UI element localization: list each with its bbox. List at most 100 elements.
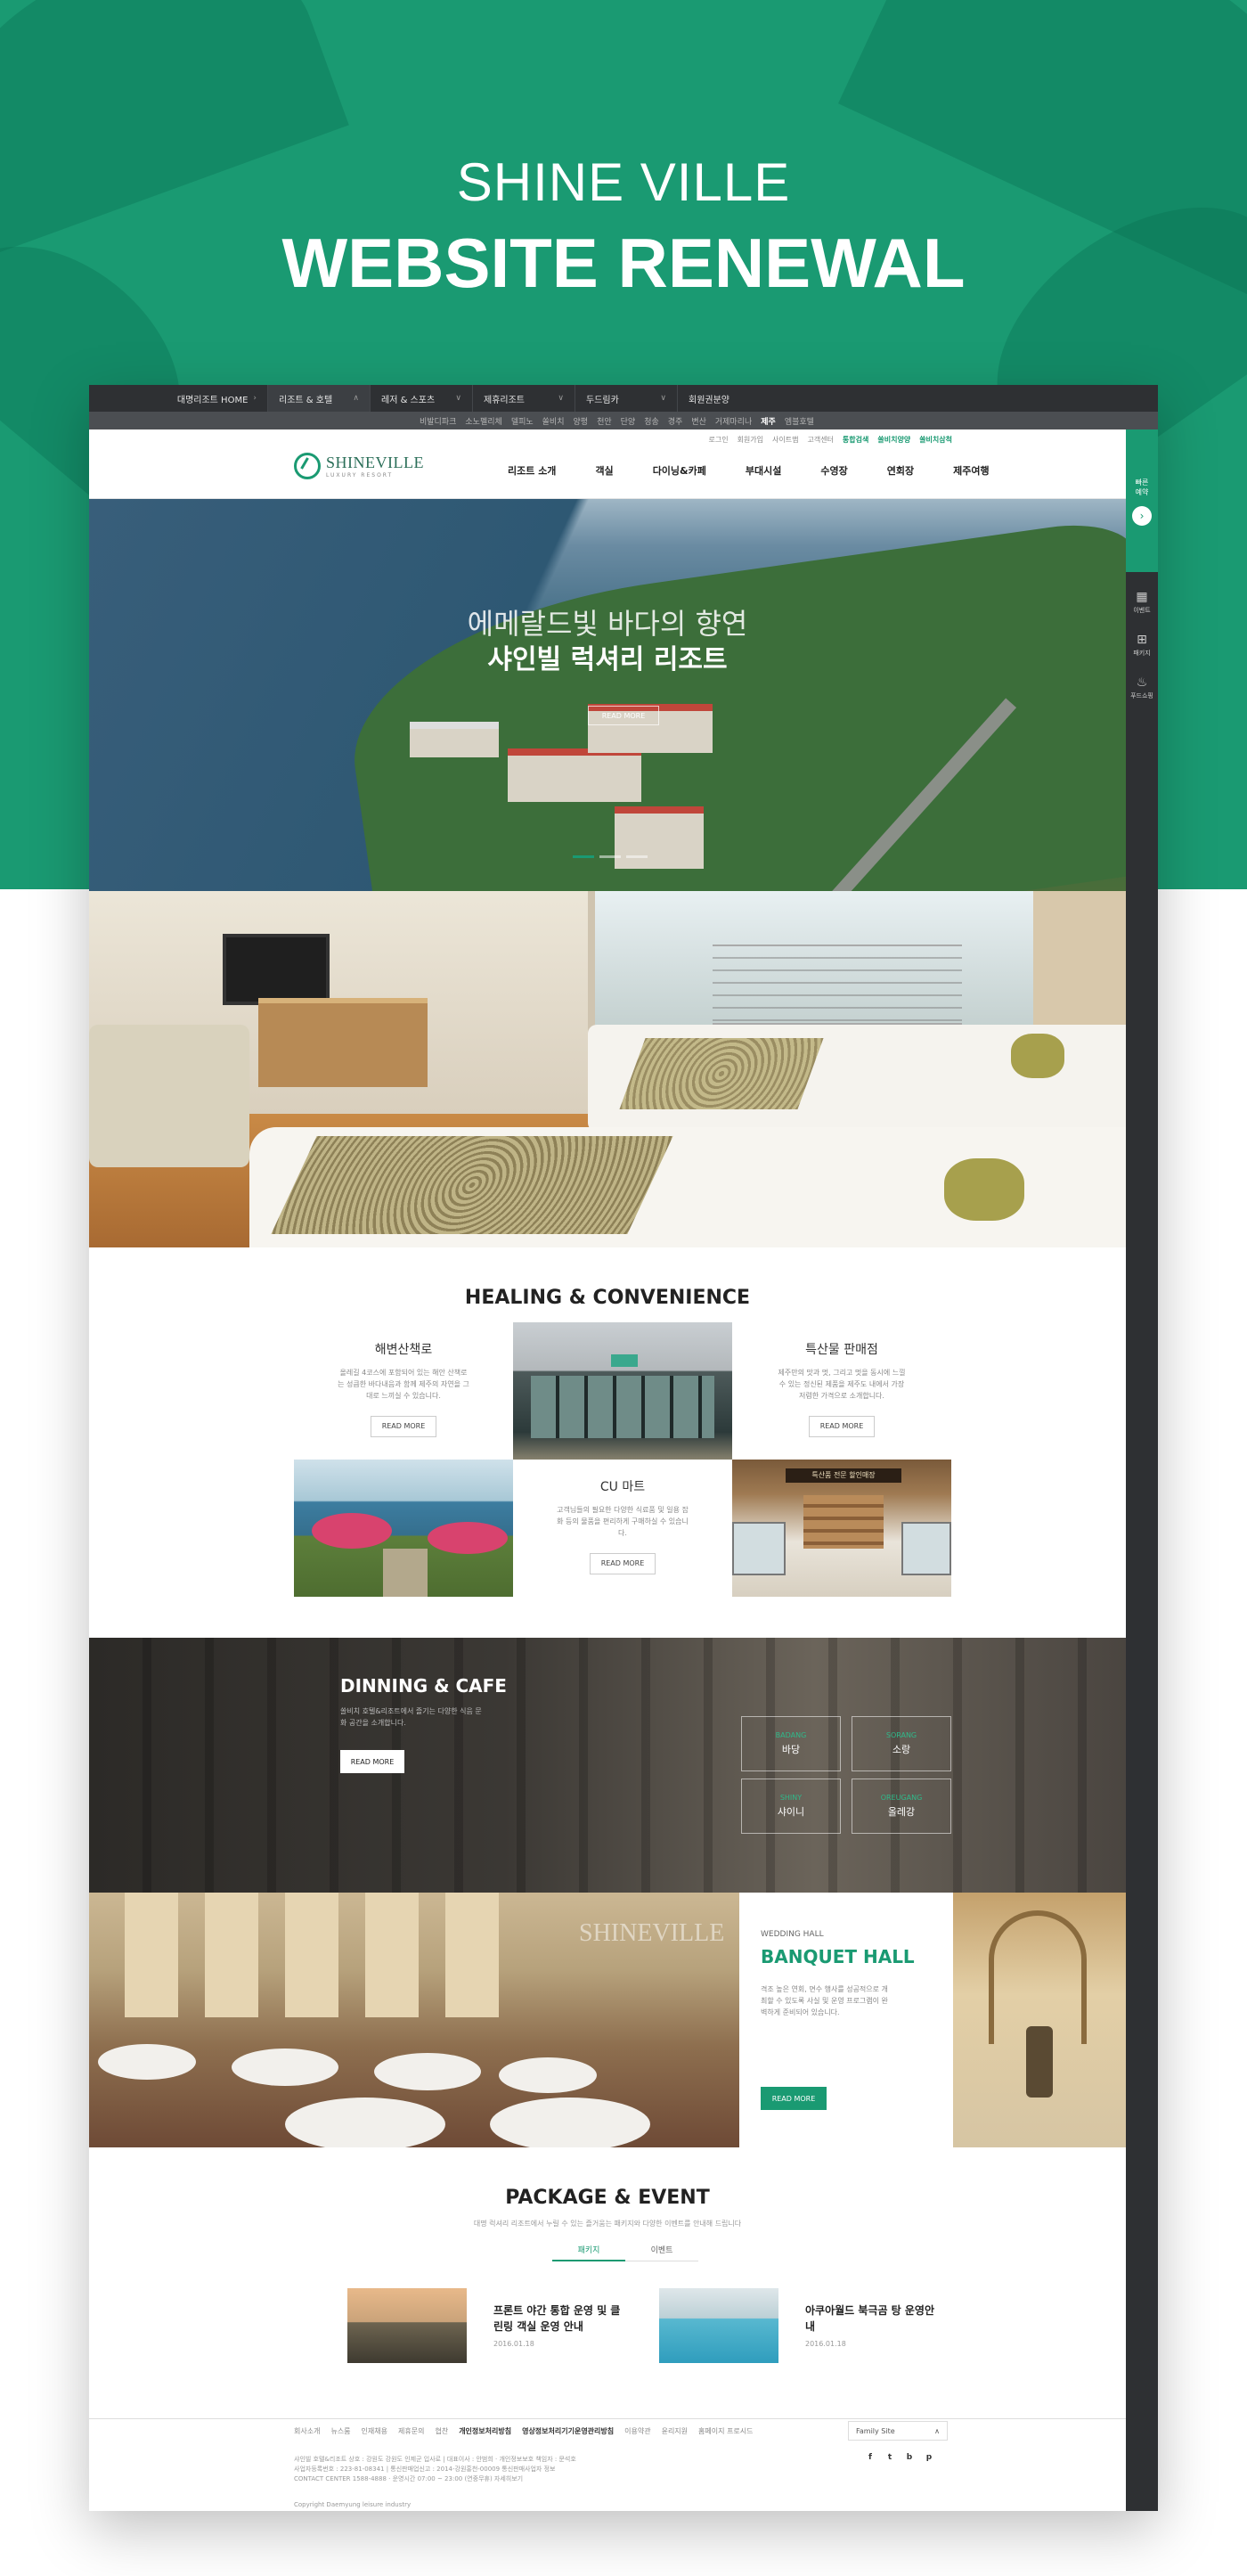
util-link[interactable]: 로그인 [704,435,732,445]
nav-item-facilities[interactable]: 부대시설 [746,463,781,478]
read-more-button[interactable]: READ MORE [590,1553,656,1574]
package-thumbnail [659,2288,778,2363]
subbar-item[interactable]: 쏠비치 [538,415,569,427]
package-item-title: 아쿠아월드 북극곰 탕 운영안내 [805,2304,935,2333]
tab-package[interactable]: 패키지 [552,2238,625,2261]
quick-item-event[interactable]: ▦ 이벤트 [1126,588,1158,615]
bed-runner [619,1038,824,1109]
shop-photo: 특산품 전문 할인매장 [732,1460,951,1597]
balcony-rail [713,945,962,1025]
banquet-title: BANQUET HALL [761,1946,915,1967]
util-link-samcheok[interactable]: 쏠비치삼척 [915,435,957,445]
nav-item-dining[interactable]: 다이닝&카페 [653,463,706,478]
address-line: CONTACT CENTER 1588-4888 · 운영시간 07:00 ~ … [294,2475,524,2482]
footer-link[interactable]: 인재채용 [362,2426,387,2436]
subbar-item[interactable]: 청송 [640,415,664,427]
walkway-photo [294,1460,513,1597]
topbar-menu-partner[interactable]: 제휴리조트 ∨ [472,385,575,412]
util-link-search[interactable]: 통합검색 [838,435,873,445]
footer-link[interactable]: 홈페이지 프로시드 [698,2426,753,2436]
util-link[interactable]: 회원가입 [733,435,768,445]
topbar-home-label: 대명리조트 HOME [176,395,249,405]
blog-icon[interactable]: b [900,2453,919,2462]
gift-icon: ⊞ [1137,633,1147,647]
util-link[interactable]: 사이트맵 [768,435,803,445]
dining-venue-badang[interactable]: BADANG 바당 [741,1716,841,1771]
banquet-table [499,2057,597,2093]
healing-section-title: HEALING & CONVENIENCE [464,1287,751,1309]
read-more-button[interactable]: READ MORE [809,1416,875,1437]
facebook-icon[interactable]: f [860,2453,880,2462]
subbar-item[interactable]: 거제마리나 [711,415,756,427]
util-link[interactable]: 고객센터 [803,435,837,445]
dining-read-more-button[interactable]: READ MORE [340,1750,404,1773]
venue-ko-label: 바당 [781,1744,801,1755]
footer-link[interactable]: 협찬 [435,2426,448,2436]
tab-event[interactable]: 이벤트 [625,2238,698,2261]
subbar-item[interactable]: 변산 [687,415,711,427]
nav-item-about[interactable]: 리조트 소개 [508,463,556,478]
topbar-menu-leisure[interactable]: 레저 & 스포츠 ∨ [370,385,472,412]
dining-venue-shiny[interactable]: SHINY 샤이니 [741,1779,841,1834]
quick-item-package[interactable]: ⊞ 패키지 [1126,631,1158,658]
site-logo[interactable]: SHINEVILLE LUXURY RESORT [294,453,424,479]
nav-item-travel[interactable]: 제주여행 [953,463,989,478]
read-more-button[interactable]: READ MORE [371,1416,436,1437]
website-mockup: 대명리조트 HOME › 리조트 & 호텔 ∧ 레저 & 스포츠 ∨ 제휴리조트… [89,385,1158,2511]
healing-item-desc: 제주만의 맛과 멋, 그리고 멋을 동시에 느낄 수 있는 정신된 제품을 제주… [778,1369,906,1400]
subbar-item[interactable]: 천안 [592,415,616,427]
dining-venue-oreugang[interactable]: OREUGANG 올레강 [852,1779,951,1834]
footer-link[interactable]: 제휴문의 [398,2426,424,2436]
banquet-read-more-button[interactable]: READ MORE [761,2087,827,2110]
tv-console [258,998,428,1087]
footer-link-cctv[interactable]: 영상정보처리기기운영관리방침 [522,2426,614,2436]
footer-link-privacy[interactable]: 개인정보처리방침 [459,2426,511,2436]
topbar-menu-resort[interactable]: 리조트 & 호텔 ∧ [267,385,370,412]
venue-en-label: SHINY [779,1794,803,1802]
nav-item-pool[interactable]: 수영장 [820,463,847,478]
package-item[interactable]: 아쿠아월드 북극곰 탕 운영안내 2016.01.18 [659,2288,939,2363]
venue-ko-label: 올레강 [887,1806,916,1818]
subbar-item[interactable]: 경주 [664,415,688,427]
twitter-icon[interactable]: t [880,2453,900,2462]
logo-name: SHINEVILLE [326,453,424,471]
subbar-item[interactable]: 양평 [569,415,593,427]
footer-link[interactable]: 이용약관 [624,2426,650,2436]
dining-venue-sorang[interactable]: SORANG 소랑 [852,1716,951,1771]
subbar-item[interactable]: 엠블호텔 [780,415,819,427]
chevron-right-icon: › [253,394,257,403]
pinterest-icon[interactable]: p [919,2453,939,2462]
subbar-item[interactable]: 델피노 [507,415,538,427]
footer-link[interactable]: 윤리지원 [662,2426,688,2436]
chevron-down-icon: ∨ [660,394,666,403]
sns-links: f t b p [860,2453,939,2462]
venue-ko-label: 소랑 [892,1744,911,1755]
slide-dot-active[interactable] [573,855,594,858]
quick-reservation[interactable]: 빠른 예약 › [1126,429,1158,572]
subbar-item[interactable]: 단양 [616,415,640,427]
package-item[interactable]: 프론트 야간 통합 운영 및 클린링 객실 운영 안내 2016.01.18 [347,2288,627,2363]
chevron-right-icon[interactable]: › [1132,506,1152,526]
sofa [89,1025,249,1167]
slide-dot[interactable] [599,855,621,858]
slide-read-more-button[interactable]: READ MORE [588,706,659,725]
family-site-select[interactable]: Family Site ∧ [848,2421,948,2441]
flower-vase [1026,2026,1053,2098]
banquet-table [285,2098,445,2147]
bed-runner [271,1136,673,1234]
slide-dot[interactable] [626,855,648,858]
footer-link[interactable]: 회사소개 [294,2426,320,2436]
nav-item-banquet[interactable]: 연회장 [887,463,914,478]
package-section-desc: 대명 럭셔리 리조트에서 누릴 수 있는 즐거움는 패키지와 다양한 이벤트를 … [473,2220,742,2228]
topbar-menu-dudream[interactable]: 두드림카 ∨ [575,385,677,412]
nav-item-rooms[interactable]: 객실 [595,463,613,478]
quick-item-food[interactable]: ♨ 푸드쇼핑 [1126,674,1158,700]
palm-frond-decoration [0,0,349,253]
subbar-item[interactable]: 소노펠리체 [460,415,506,427]
subbar-item[interactable]: 비발디파크 [415,415,460,427]
util-link-yangyang[interactable]: 쏠비치양양 [873,435,915,445]
subbar-item-current[interactable]: 제주 [756,415,780,427]
topbar-menu-membership[interactable]: 회원권분양 [677,385,779,412]
footer-link[interactable]: 뉴스룸 [330,2426,350,2436]
topbar-home-link[interactable]: 대명리조트 HOME › [89,385,267,412]
